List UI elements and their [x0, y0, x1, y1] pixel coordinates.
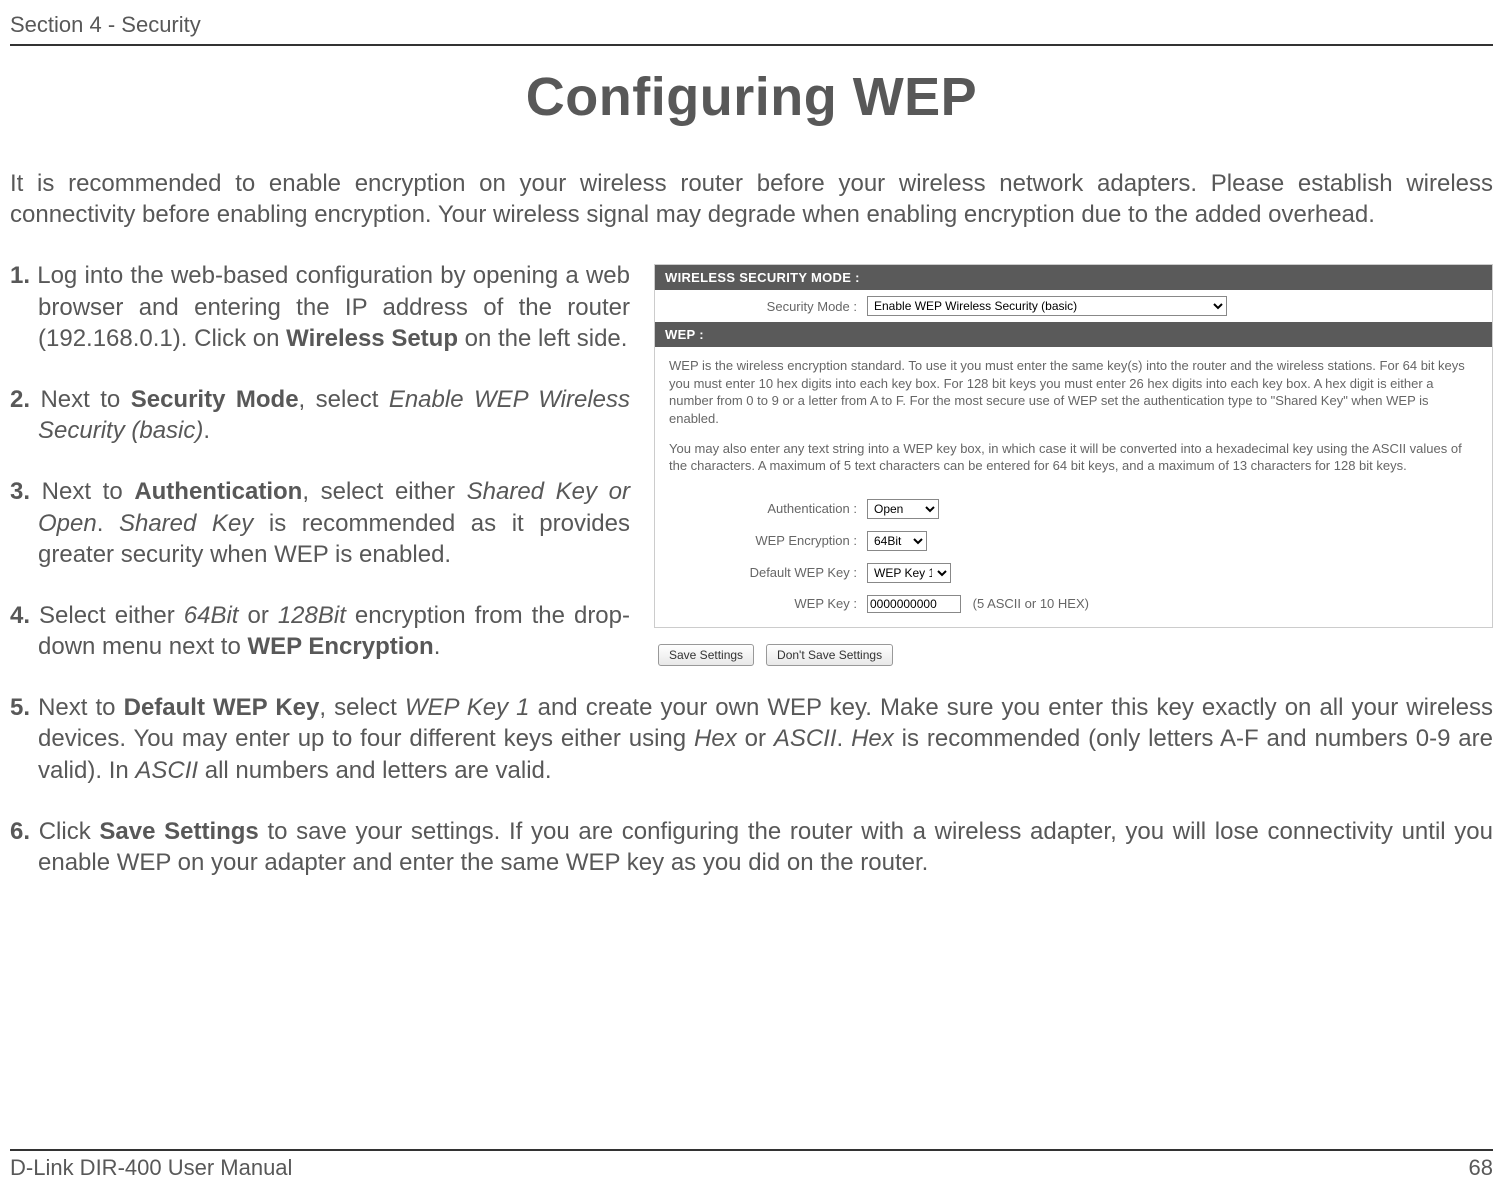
- step-1-bold: Wireless Setup: [286, 325, 458, 352]
- step-3: 3. Next to Authentication, select either…: [10, 476, 630, 570]
- wep-key-label: WEP Key :: [667, 596, 867, 611]
- wep-encryption-label: WEP Encryption :: [667, 533, 867, 548]
- step-1-text-c: on the left side.: [458, 325, 627, 352]
- step-2-text-c: , select: [299, 386, 389, 413]
- intro-paragraph: It is recommended to enable encryption o…: [10, 168, 1493, 230]
- security-mode-label: Security Mode :: [667, 299, 867, 314]
- wireless-security-panel: WIRELESS SECURITY MODE : Security Mode :…: [654, 264, 1493, 627]
- header-divider: [10, 44, 1493, 46]
- step-2-text-a: Next to: [30, 386, 131, 413]
- step-3-italic-f: Shared Key: [119, 510, 253, 537]
- step-3-text-e: .: [97, 510, 119, 537]
- step-5-italic-h: ASCII: [774, 725, 837, 752]
- step-2-num: 2.: [10, 386, 30, 413]
- footer-page-number: 68: [1469, 1155, 1493, 1181]
- step-4-italic-d: 128Bit: [278, 602, 346, 629]
- step-5-text-m: all numbers and letters are valid.: [198, 757, 552, 784]
- step-4-italic-b: 64Bit: [184, 602, 239, 629]
- page-title: Configuring WEP: [10, 66, 1493, 128]
- step-5-text-a: Next to: [30, 694, 124, 721]
- authentication-select[interactable]: Open: [867, 499, 939, 519]
- footer-divider: [10, 1149, 1493, 1151]
- step-3-bold: Authentication: [134, 478, 302, 505]
- default-wep-key-select[interactable]: WEP Key 1: [867, 563, 951, 583]
- step-3-num: 3.: [10, 478, 30, 505]
- wep-encryption-select[interactable]: 64Bit: [867, 531, 927, 551]
- dont-save-settings-button[interactable]: Don't Save Settings: [766, 644, 893, 666]
- step-5-bold: Default WEP Key: [124, 694, 320, 721]
- step-6-bold: Save Settings: [99, 818, 258, 845]
- step-5: 5. Next to Default WEP Key, select WEP K…: [10, 692, 1493, 786]
- section-header: Section 4 - Security: [10, 0, 1493, 44]
- step-4-text-g: .: [434, 633, 441, 660]
- step-5-num: 5.: [10, 694, 30, 721]
- wep-key-hint: (5 ASCII or 10 HEX): [973, 596, 1089, 611]
- step-5-text-i: .: [837, 725, 852, 752]
- step-3-text-a: Next to: [30, 478, 134, 505]
- wep-key-input[interactable]: [867, 595, 961, 613]
- step-2-bold: Security Mode: [131, 386, 299, 413]
- step-3-text-c: , select either: [302, 478, 466, 505]
- step-4: 4. Select either 64Bit or 128Bit encrypt…: [10, 600, 630, 662]
- step-5-italic-j: Hex: [851, 725, 894, 752]
- step-6-text-a: Click: [30, 818, 99, 845]
- step-5-italic-d: WEP Key 1: [405, 694, 530, 721]
- step-5-text-c: , select: [319, 694, 405, 721]
- step-4-num: 4.: [10, 602, 30, 629]
- security-mode-select[interactable]: Enable WEP Wireless Security (basic): [867, 296, 1227, 316]
- wireless-security-header: WIRELESS SECURITY MODE :: [655, 265, 1492, 290]
- footer-left: D-Link DIR-400 User Manual: [10, 1155, 292, 1181]
- step-2: 2. Next to Security Mode, select Enable …: [10, 384, 630, 446]
- default-wep-key-label: Default WEP Key :: [667, 565, 867, 580]
- step-4-bold: WEP Encryption: [247, 633, 433, 660]
- step-2-text-e: .: [203, 417, 210, 444]
- step-1-num: 1.: [10, 262, 30, 289]
- wep-header: WEP :: [655, 322, 1492, 347]
- step-6-num: 6.: [10, 818, 30, 845]
- step-4-text-a: Select either: [30, 602, 184, 629]
- wep-desc-p1: WEP is the wireless encryption standard.…: [669, 357, 1478, 427]
- step-1: 1. Log into the web-based configuration …: [10, 260, 630, 354]
- step-4-text-c: or: [238, 602, 277, 629]
- wep-desc-p2: You may also enter any text string into …: [669, 440, 1478, 475]
- step-5-italic-f: Hex: [694, 725, 737, 752]
- save-settings-button[interactable]: Save Settings: [658, 644, 754, 666]
- step-6: 6. Click Save Settings to save your sett…: [10, 816, 1493, 878]
- step-5-text-g: or: [737, 725, 774, 752]
- authentication-label: Authentication :: [667, 501, 867, 516]
- step-5-italic-l: ASCII: [135, 757, 198, 784]
